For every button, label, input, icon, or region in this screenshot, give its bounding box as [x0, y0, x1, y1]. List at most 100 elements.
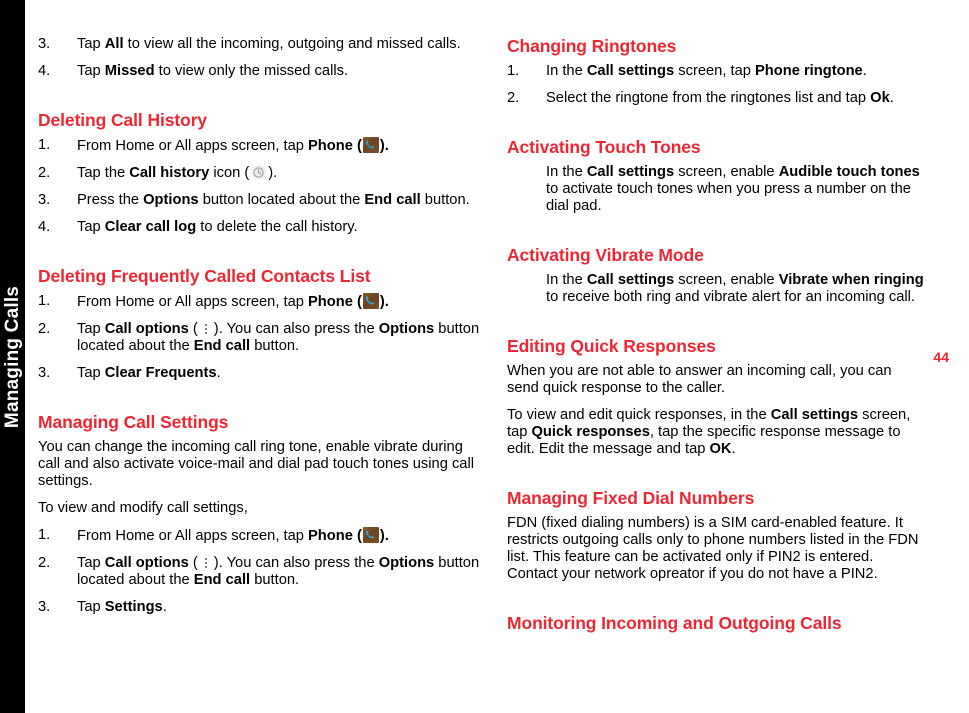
text-fragment: button. [420, 192, 470, 208]
text-fragment: From Home or All apps screen, tap [77, 138, 309, 154]
heading-deleting-frequently-called: Deleting Frequently Called Contacts List [38, 266, 371, 286]
deleting-frequents-steps: 1. From Home or All apps screen, tap Pho… [38, 293, 485, 392]
heading-managing-call-settings: Managing Call Settings [38, 412, 229, 432]
emphasis-audible-touch-tones: Audible touch tones [778, 164, 920, 180]
text-fragment: ( [188, 321, 198, 337]
list-item: 3. Tap Clear Frequents. [38, 365, 485, 392]
text-fragment: . [216, 365, 221, 381]
text-fragment: screen, tap [674, 63, 755, 79]
emphasis-vibrate-when-ringing: Vibrate when ringing [778, 272, 924, 288]
chapter-tab: Managing Calls [0, 0, 25, 713]
list-item: 4. Tap Missed to view only the missed ca… [38, 63, 485, 90]
emphasis-call-settings: Call settings [770, 407, 859, 423]
step-number: 2. [38, 165, 51, 181]
text-fragment: ). [379, 528, 389, 544]
text-fragment: Tap the [77, 165, 130, 181]
text-fragment: ). [379, 294, 389, 310]
text-fragment: button. [250, 338, 300, 354]
text-fragment: From Home or All apps screen, tap [77, 294, 309, 310]
heading-changing-ringtones: Changing Ringtones [507, 36, 677, 56]
emphasis-clear-call-log: Clear call log [104, 219, 197, 235]
list-item: 2. Tap Call options (). You can also pre… [38, 321, 485, 365]
text-fragment: . [889, 90, 894, 106]
text-fragment: to delete the call history. [196, 219, 358, 235]
text-fragment: to view only the missed calls. [154, 63, 349, 79]
deleting-call-history-steps: 1. From Home or All apps screen, tap Pho… [38, 137, 485, 246]
heading-editing-quick-responses: Editing Quick Responses [507, 336, 716, 356]
list-item: 4. Tap Clear call log to delete the call… [38, 219, 485, 246]
phone-app-icon [362, 527, 379, 543]
dot [204, 562, 207, 564]
text-fragment: to activate touch tones when you press a… [546, 181, 911, 214]
list-item: 3. Tap All to view all the incoming, out… [38, 36, 485, 63]
clock-icon [251, 165, 267, 180]
emphasis-phone: Phone [308, 138, 353, 154]
step-number: 4. [38, 219, 51, 235]
text-fragment: Tap [77, 36, 105, 52]
emphasis-phone: Phone [308, 528, 353, 544]
list-item: 2. Tap the Call history icon (). [38, 165, 485, 192]
text-fragment: . [162, 599, 167, 615]
step-text: Tap Missed to view only the missed calls… [77, 63, 348, 79]
text-fragment: . [731, 441, 736, 457]
heading-managing-fixed-dial-numbers: Managing Fixed Dial Numbers [507, 488, 755, 508]
text-fragment: ( [188, 555, 198, 571]
managing-call-settings-steps: 1. From Home or All apps screen, tap Pho… [38, 527, 485, 626]
heading-activating-touch-tones: Activating Touch Tones [507, 137, 701, 157]
text-fragment: In the [546, 272, 587, 288]
phone-app-icon [362, 137, 379, 153]
dot [204, 566, 207, 568]
call-history-filter-steps: 3. Tap All to view all the incoming, out… [38, 36, 485, 90]
emphasis-all: All [104, 36, 124, 52]
text-fragment: icon ( [209, 165, 250, 181]
emphasis-clear-frequents: Clear Frequents [104, 365, 217, 381]
text-fragment: ( [352, 294, 362, 310]
text-fragment: In the [546, 164, 587, 180]
emphasis-missed: Missed [104, 63, 155, 79]
text-fragment: ). You can also press the [213, 555, 379, 571]
emphasis-options: Options [378, 555, 435, 571]
changing-ringtones-steps: 1. In the Call settings screen, tap Phon… [507, 63, 924, 117]
emphasis-phone: Phone [308, 294, 353, 310]
emphasis-ok: OK [709, 441, 732, 457]
chapter-tab-label: Managing Calls [1, 285, 23, 428]
heading-monitoring-incoming-outgoing-calls: Monitoring Incoming and Outgoing Calls [507, 613, 842, 633]
text-fragment: ). [379, 138, 389, 154]
step-number: 1. [507, 63, 520, 79]
editing-quick-responses-paragraph-2: To view and edit quick responses, in the… [507, 407, 924, 468]
step-text: In the Call settings screen, tap Phone r… [546, 63, 867, 79]
list-item: 1. From Home or All apps screen, tap Pho… [38, 527, 485, 555]
list-item: 1. From Home or All apps screen, tap Pho… [38, 137, 485, 165]
heading-deleting-call-history: Deleting Call History [38, 110, 208, 130]
text-fragment: button located about the [198, 192, 365, 208]
text-fragment: screen, enable [674, 272, 779, 288]
step-number: 2. [38, 321, 51, 337]
step-text: From Home or All apps screen, tap Phone … [77, 527, 389, 544]
managing-call-settings-paragraph-1: You can change the incoming call ring to… [38, 439, 474, 489]
kebab-menu-icon [201, 321, 211, 336]
step-text: Tap Call options (). You can also press … [77, 321, 479, 354]
step-text: Select the ringtone from the ringtones l… [546, 90, 894, 106]
emphasis-quick-responses: Quick responses [531, 424, 650, 440]
emphasis-call-settings: Call settings [586, 272, 675, 288]
managing-call-settings-paragraph-2: To view and modify call settings, [38, 500, 248, 516]
text-fragment: to view all the incoming, outgoing and m… [123, 36, 461, 52]
activating-vibrate-mode-paragraph: In the Call settings screen, enable Vibr… [507, 272, 924, 316]
emphasis-call-settings: Call settings [586, 63, 675, 79]
left-column: 3. Tap All to view all the incoming, out… [25, 0, 497, 713]
step-number: 2. [507, 90, 520, 106]
step-number: 3. [38, 599, 51, 615]
right-column: Changing Ringtones 1. In the Call settin… [497, 0, 969, 713]
text-fragment: button. [250, 572, 300, 588]
step-text: Tap Clear Frequents. [77, 365, 221, 381]
managing-fixed-dial-paragraph: FDN (fixed dialing numbers) is a SIM car… [507, 515, 919, 582]
editing-quick-responses-paragraph-1: When you are not able to answer an incom… [507, 363, 892, 396]
step-number: 2. [38, 555, 51, 571]
